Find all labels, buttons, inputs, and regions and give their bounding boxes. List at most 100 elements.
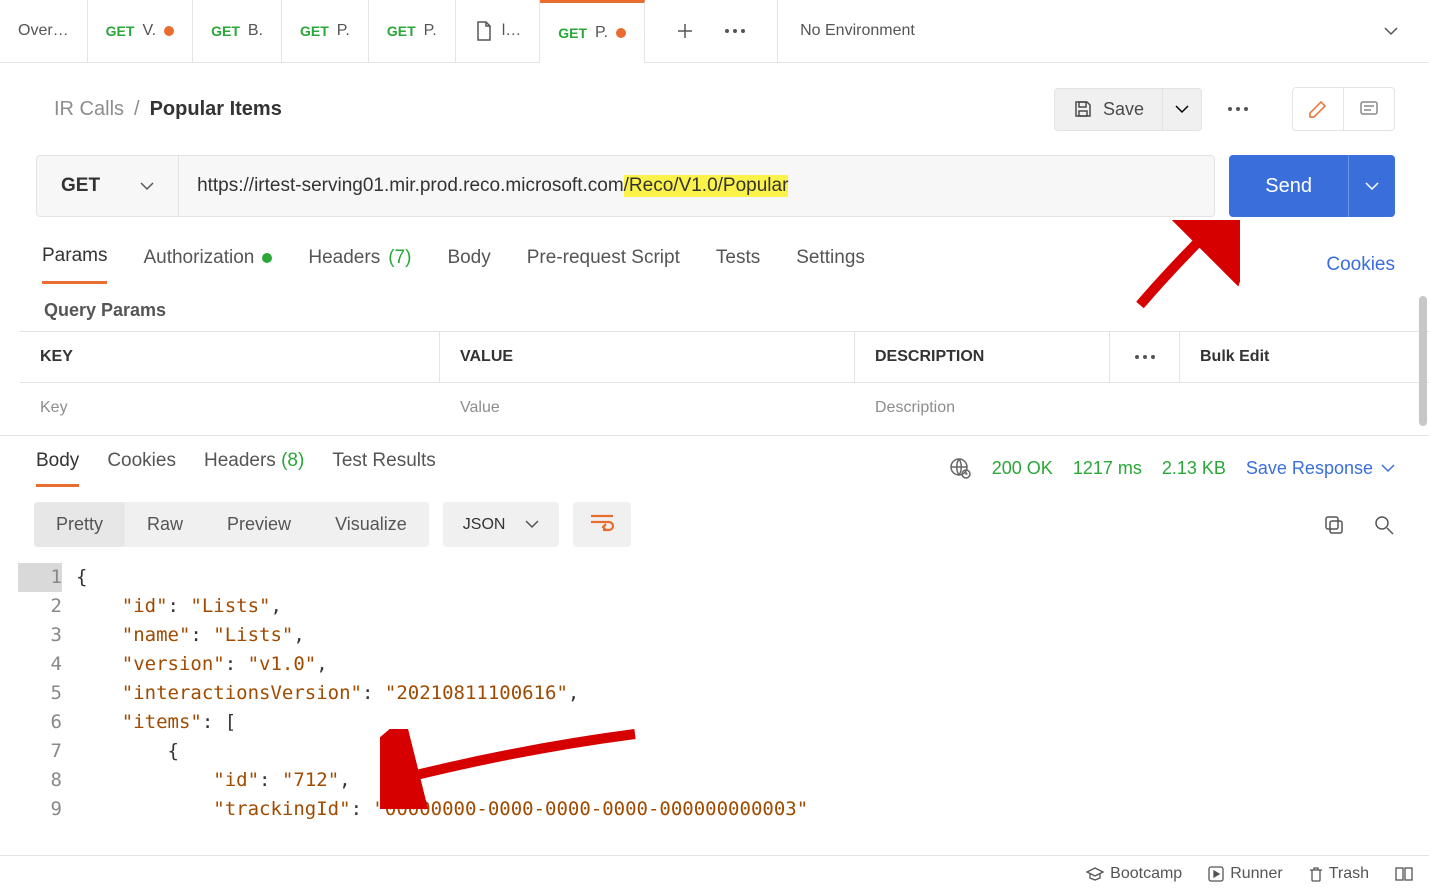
cookies-link[interactable]: Cookies xyxy=(1326,254,1395,276)
tab-label: P. xyxy=(424,22,437,40)
network-icon[interactable] xyxy=(948,456,972,480)
query-params-row[interactable]: Key Value Description xyxy=(20,383,1429,433)
new-tab-button[interactable] xyxy=(675,21,695,41)
response-meta: 200 OK 1217 ms 2.13 KB Save Response xyxy=(948,456,1395,480)
headers-count: (7) xyxy=(388,247,411,269)
tab-headers[interactable]: Headers (7) xyxy=(308,245,411,284)
view-visualize-button[interactable]: Visualize xyxy=(313,502,429,547)
format-label: JSON xyxy=(463,516,506,534)
tab-label: Authorization xyxy=(143,247,254,269)
method-select[interactable]: GET xyxy=(37,156,179,216)
col-options-button[interactable] xyxy=(1110,332,1180,382)
view-toolbar-left: Pretty Raw Preview Visualize JSON xyxy=(34,502,631,547)
bulk-edit-button[interactable]: Bulk Edit xyxy=(1180,332,1290,382)
more-actions-button[interactable] xyxy=(1214,95,1262,123)
qp-description-input[interactable]: Description xyxy=(855,399,1429,417)
response-section: Body Cookies Headers (8) Test Results 20… xyxy=(0,435,1429,824)
tab-get-p-active[interactable]: GET P. xyxy=(540,0,645,63)
method-badge: GET xyxy=(106,23,135,39)
runner-label: Runner xyxy=(1230,865,1282,883)
environment-label: No Environment xyxy=(800,22,915,40)
view-preview-button[interactable]: Preview xyxy=(205,502,313,547)
tab-settings[interactable]: Settings xyxy=(796,245,865,284)
save-icon xyxy=(1073,99,1093,119)
breadcrumb: IR Calls / Popular Items xyxy=(54,98,282,121)
view-toolbar-right xyxy=(1323,514,1395,536)
url-highlight: /Reco/V1.0/Popular xyxy=(624,175,789,197)
wrap-lines-button[interactable] xyxy=(573,502,631,547)
tab-prerequest[interactable]: Pre-request Script xyxy=(527,245,680,284)
tab-file[interactable]: l… xyxy=(456,0,541,63)
scrollbar-thumb[interactable] xyxy=(1419,296,1427,426)
send-button-group: Send xyxy=(1229,155,1395,217)
save-button[interactable]: Save xyxy=(1054,88,1163,131)
copy-button[interactable] xyxy=(1323,514,1345,536)
bootcamp-icon xyxy=(1086,867,1104,881)
request-tabs: Params Authorization Headers (7) Body Pr… xyxy=(42,245,865,284)
tab-tests[interactable]: Tests xyxy=(716,245,760,284)
resp-tab-tests[interactable]: Test Results xyxy=(332,450,435,487)
bootcamp-label: Bootcamp xyxy=(1110,865,1182,883)
chevron-down-icon xyxy=(1381,464,1395,473)
bootcamp-button[interactable]: Bootcamp xyxy=(1086,865,1182,883)
method-badge: GET xyxy=(300,23,329,39)
response-json-body: 123456789 { "id": "Lists", "name": "List… xyxy=(0,559,1429,824)
breadcrumb-parent[interactable]: IR Calls xyxy=(54,98,124,121)
trash-button[interactable]: Trash xyxy=(1309,865,1369,883)
query-params-title: Query Params xyxy=(0,284,1429,331)
panes-button[interactable] xyxy=(1395,867,1413,881)
runner-icon xyxy=(1208,866,1224,882)
tab-get-p1[interactable]: GET P. xyxy=(282,0,369,63)
chevron-down-icon xyxy=(140,182,154,191)
footer-bar: Bootcamp Runner Trash xyxy=(0,855,1429,891)
tab-label: V. xyxy=(142,22,156,40)
environment-select[interactable]: No Environment xyxy=(777,0,1429,63)
query-params-header: KEY VALUE DESCRIPTION Bulk Edit xyxy=(20,331,1429,383)
tab-get-b[interactable]: GET B. xyxy=(193,0,282,63)
url-input[interactable]: https://irtest-serving01.mir.prod.reco.m… xyxy=(179,175,1214,197)
tab-actions xyxy=(645,21,777,41)
view-pretty-button[interactable]: Pretty xyxy=(34,502,125,547)
tab-get-v[interactable]: GET V. xyxy=(88,0,193,63)
col-description: DESCRIPTION xyxy=(855,332,1110,382)
tab-label: Headers xyxy=(204,450,276,471)
view-toolbar: Pretty Raw Preview Visualize JSON xyxy=(0,490,1429,559)
send-button[interactable]: Send xyxy=(1229,155,1348,217)
tab-params[interactable]: Params xyxy=(42,245,107,284)
qp-key-input[interactable]: Key xyxy=(20,399,440,417)
save-label: Save xyxy=(1103,99,1144,120)
tab-label: l… xyxy=(502,22,522,40)
tab-get-p2[interactable]: GET P. xyxy=(369,0,456,63)
unsaved-dot-icon xyxy=(164,26,174,36)
save-response-label: Save Response xyxy=(1246,458,1373,479)
chevron-down-icon xyxy=(1383,26,1399,36)
save-button-group: Save xyxy=(1054,88,1202,131)
resp-tab-headers[interactable]: Headers (8) xyxy=(204,450,304,487)
resp-tab-body[interactable]: Body xyxy=(36,450,79,487)
response-size: 2.13 KB xyxy=(1162,458,1226,479)
code-area[interactable]: { "id": "Lists", "name": "Lists", "versi… xyxy=(76,563,1429,824)
panes-icon xyxy=(1395,867,1413,881)
view-raw-button[interactable]: Raw xyxy=(125,502,205,547)
comments-icon[interactable] xyxy=(1344,87,1395,131)
tab-overview[interactable]: Over… xyxy=(0,0,88,63)
qp-value-input[interactable]: Value xyxy=(440,399,855,417)
edit-icon[interactable] xyxy=(1292,87,1344,131)
save-response-button[interactable]: Save Response xyxy=(1246,458,1395,479)
format-select[interactable]: JSON xyxy=(443,502,560,547)
save-options-button[interactable] xyxy=(1163,88,1202,131)
tab-authorization[interactable]: Authorization xyxy=(143,245,272,284)
tab-label: Tests xyxy=(716,247,760,269)
method-badge: GET xyxy=(387,23,416,39)
chevron-down-icon xyxy=(525,520,539,529)
tab-label: Params xyxy=(42,245,107,267)
tab-options-button[interactable] xyxy=(723,27,747,35)
send-options-button[interactable] xyxy=(1348,155,1395,217)
search-button[interactable] xyxy=(1373,514,1395,536)
response-time: 1217 ms xyxy=(1073,458,1142,479)
tab-body[interactable]: Body xyxy=(447,245,490,284)
tab-label: Settings xyxy=(796,247,865,269)
runner-button[interactable]: Runner xyxy=(1208,865,1282,883)
tab-label: Cookies xyxy=(107,450,176,471)
resp-tab-cookies[interactable]: Cookies xyxy=(107,450,176,487)
